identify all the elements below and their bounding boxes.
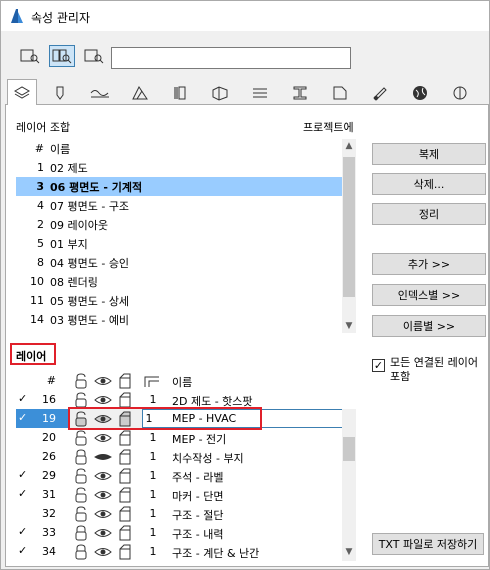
eye-header-icon [94, 377, 112, 385]
table-row[interactable]: 26 1 치수작성 - 부지 [16, 447, 342, 466]
tab-zone-categories-icon[interactable] [325, 81, 355, 105]
table-row[interactable]: 32 1 구조 - 절단 [16, 504, 342, 523]
unlock-icon[interactable] [72, 487, 90, 503]
combinations-scrollbar[interactable]: ▲ ▼ [342, 139, 356, 333]
table-row[interactable]: 20 1 MEP - 전기 [16, 428, 342, 447]
purge-button[interactable]: 정리 [372, 203, 486, 225]
scroll-up-icon[interactable]: ▲ [342, 139, 356, 153]
in-project-label: 프로젝트에 [303, 121, 354, 134]
unlock-icon[interactable] [72, 430, 90, 446]
tab-layers-icon[interactable] [7, 79, 37, 106]
save-txt-button[interactable]: TXT 파일로 저장하기 [372, 533, 484, 555]
layer-combinations-list[interactable]: # 이름 1 02 제도 3 06 평면도 - 기계적 4 07 평면도 - 구조 2… [16, 139, 356, 333]
title-bar: 속성 관리자 [1, 1, 489, 31]
by-name-button[interactable]: 이름별 >> [372, 315, 486, 337]
lock-icon[interactable] [72, 525, 90, 541]
list-item[interactable]: 2 09 레이아웃 [16, 215, 342, 234]
attribute-manager-window: 속성 관리자 레이어 조합 프로젝트에 # 이름 1 02 제도 3 06 평면… [0, 0, 490, 570]
visible-check-icon[interactable]: ✓ [18, 411, 32, 425]
tab-operation-profiles-icon[interactable] [405, 81, 435, 105]
wireframe-icon[interactable] [116, 544, 134, 560]
edit-row-highlight [68, 407, 262, 430]
layer-combinations-label: 레이어 조합 [16, 121, 71, 134]
visible-check-icon[interactable]: ✓ [18, 525, 32, 539]
scroll-down-icon[interactable]: ▼ [342, 319, 356, 333]
lock-icon[interactable] [72, 544, 90, 560]
tab-building-materials-icon[interactable] [285, 81, 315, 105]
wireframe-icon[interactable] [116, 506, 134, 522]
tab-pens-icon[interactable] [45, 81, 75, 105]
attribute-tabs [5, 79, 489, 106]
list-item[interactable]: 11 05 평면도 - 상세 [16, 291, 342, 310]
list-item[interactable]: 8 04 평면도 - 승인 [16, 253, 342, 272]
list-item[interactable]: 1 02 제도 [16, 158, 342, 177]
lock-icon[interactable] [72, 449, 90, 465]
unlock-icon[interactable] [72, 506, 90, 522]
layers-scrollbar[interactable]: ▼ [342, 409, 356, 561]
visible-check-icon[interactable]: ✓ [18, 468, 32, 482]
visible-check-icon[interactable]: ✓ [18, 487, 32, 501]
duplicate-button[interactable]: 복제 [372, 143, 486, 165]
wireframe-icon[interactable] [116, 430, 134, 446]
table-row[interactable]: ✓ 29 1 주석 - 라벨 [16, 466, 342, 485]
visible-check-icon[interactable]: ✓ [18, 392, 32, 406]
layers-header: # 이름 [46, 373, 193, 389]
view-mode-right-icon[interactable] [81, 45, 107, 67]
unlock-icon[interactable] [72, 392, 90, 408]
delete-button[interactable]: 삭제... [372, 173, 486, 195]
pen-header-icon [144, 376, 159, 387]
by-index-button[interactable]: 인덱스별 >> [372, 284, 486, 306]
tab-line-types-icon[interactable] [85, 81, 115, 105]
eye-icon[interactable] [94, 487, 112, 503]
eye-icon[interactable] [94, 506, 112, 522]
tab-mep-systems-icon[interactable] [445, 81, 475, 105]
table-row[interactable]: ✓ 33 1 구조 - 내력 [16, 523, 342, 542]
eye-icon[interactable] [94, 468, 112, 484]
list-item[interactable]: 10 08 렌더링 [16, 272, 342, 291]
list-item[interactable]: 3 06 평면도 - 기계적 [16, 177, 342, 196]
eye-icon[interactable] [94, 430, 112, 446]
archicad-icon [11, 9, 23, 23]
layers-panel: 레이어 조합 프로젝트에 # 이름 1 02 제도 3 06 평면도 - 기계적 4… [5, 105, 489, 567]
view-mode-left-icon[interactable] [17, 45, 43, 67]
scrollbar-thumb[interactable] [343, 437, 355, 461]
search-input[interactable] [111, 47, 351, 69]
list-item[interactable]: 5 01 부지 [16, 234, 342, 253]
eye-icon[interactable] [94, 392, 112, 408]
table-row[interactable]: ✓ 34 1 구조 - 계단 & 난간 [16, 542, 342, 561]
toolbar [1, 31, 489, 79]
tab-composites-icon[interactable] [165, 81, 195, 105]
tab-markup-styles-icon[interactable] [365, 81, 395, 105]
wireframe-icon[interactable] [116, 392, 134, 408]
table-row[interactable]: ✓ 31 1 마커 - 단면 [16, 485, 342, 504]
wireframe-header-icon [119, 373, 131, 389]
combinations-header: # 이름 [34, 142, 71, 156]
wireframe-icon[interactable] [116, 468, 134, 484]
tab-surfaces-icon[interactable] [245, 81, 275, 105]
wireframe-icon[interactable] [116, 449, 134, 465]
eye-closed-icon[interactable] [94, 449, 112, 465]
include-linked-checkbox[interactable]: ✓ [372, 359, 385, 372]
visible-check-icon[interactable]: ✓ [18, 544, 32, 558]
eye-icon[interactable] [94, 525, 112, 541]
scroll-down-icon[interactable]: ▼ [342, 545, 356, 559]
layers-label: 레이어 [16, 350, 47, 363]
eye-icon[interactable] [94, 544, 112, 560]
unlock-icon[interactable] [72, 468, 90, 484]
wireframe-icon[interactable] [116, 487, 134, 503]
lock-header-icon [75, 373, 87, 389]
include-linked-label: 모든 연결된 레이어 포함 [390, 356, 478, 383]
list-item[interactable]: 14 03 평면도 - 예비 [16, 310, 342, 329]
scrollbar-thumb[interactable] [343, 157, 355, 297]
view-mode-both-icon[interactable] [49, 45, 75, 67]
layers-list[interactable]: # 이름 ✓ 16 1 2D 제도 - 핫스팟 ✓ 19 1 MEP - HVA… [16, 371, 356, 561]
tab-profiles-icon[interactable] [205, 81, 235, 105]
tab-fills-icon[interactable] [125, 81, 155, 105]
window-title: 속성 관리자 [31, 11, 91, 25]
wireframe-icon[interactable] [116, 525, 134, 541]
add-button[interactable]: 추가 >> [372, 253, 486, 275]
list-item[interactable]: 4 07 평면도 - 구조 [16, 196, 342, 215]
